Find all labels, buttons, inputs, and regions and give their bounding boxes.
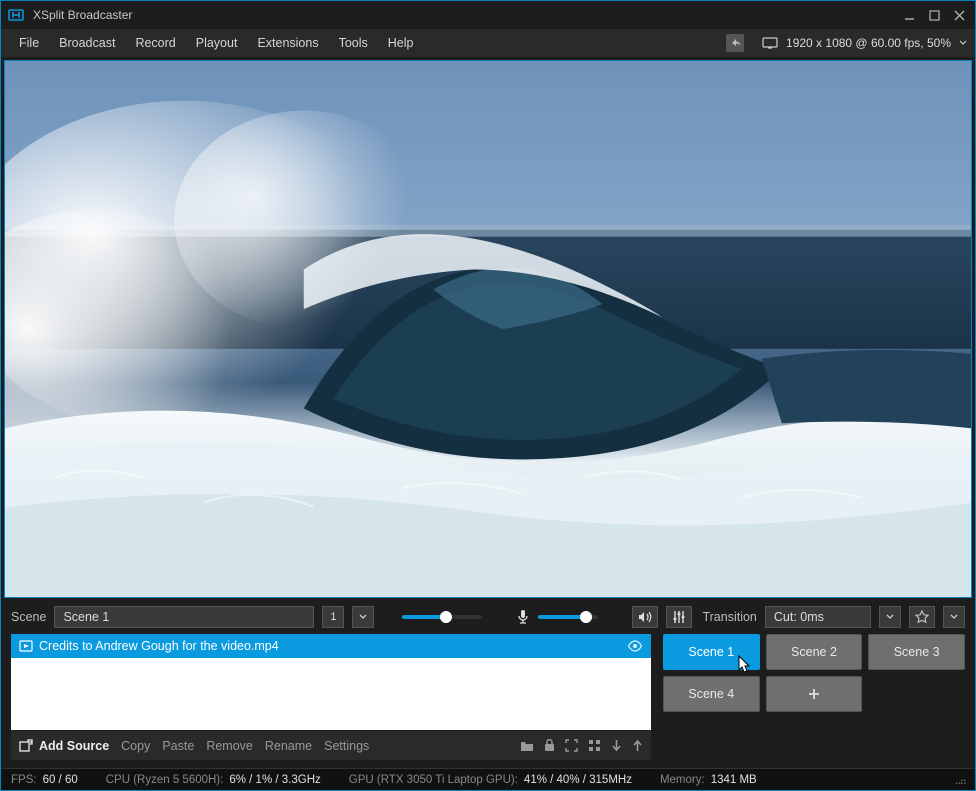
fps-value: 60 / 60 [43, 774, 78, 786]
folder-icon[interactable] [520, 740, 534, 752]
sources-panel: Credits to Andrew Gough for the video.mp… [11, 634, 651, 760]
menu-tools[interactable]: Tools [329, 32, 378, 54]
menu-file[interactable]: File [9, 32, 49, 54]
add-scene-button[interactable] [766, 676, 863, 712]
cursor-icon [737, 655, 753, 675]
output-volume-slider[interactable] [402, 615, 482, 619]
source-item[interactable]: Credits to Andrew Gough for the video.mp… [11, 634, 651, 658]
cpu-label: CPU (Ryzen 5 5600H): [106, 774, 224, 786]
minimize-button[interactable] [904, 10, 915, 21]
menu-playout[interactable]: Playout [186, 32, 248, 54]
gpu-value: 41% / 40% / 315MHz [524, 774, 632, 786]
monitor-icon [762, 37, 778, 49]
mixer-button[interactable] [666, 606, 692, 628]
close-button[interactable] [954, 10, 965, 21]
scene-button-2[interactable]: Scene 2 [766, 634, 863, 670]
memory-label: Memory: [660, 774, 705, 786]
speaker-button[interactable] [632, 606, 658, 628]
move-down-icon[interactable] [611, 739, 622, 752]
scene-name-input[interactable] [54, 606, 314, 628]
favorite-dropdown[interactable] [943, 606, 965, 628]
scene-controls: Scene 1 Transition Cut: 0ms [1, 598, 975, 634]
transition-dropdown[interactable] [879, 606, 901, 628]
cpu-value: 6% / 1% / 3.3GHz [229, 774, 320, 786]
add-source-icon [19, 739, 33, 753]
scene-grid: Scene 1 Scene 2 Scene 3 Scene 4 [663, 634, 965, 760]
transition-label: Transition [702, 610, 756, 624]
paste-button[interactable]: Paste [162, 739, 194, 753]
share-icon[interactable] [726, 34, 744, 52]
scene-preset-button[interactable]: 1 [322, 606, 344, 628]
gpu-label: GPU (RTX 3050 Ti Laptop GPU): [349, 774, 518, 786]
sources-toolbar: Add Source Copy Paste Remove Rename Sett… [11, 730, 651, 760]
app-window: XSplit Broadcaster File Broadcast Record… [0, 0, 976, 791]
titlebar: XSplit Broadcaster [1, 1, 975, 29]
menu-broadcast[interactable]: Broadcast [49, 32, 125, 54]
favorite-button[interactable] [909, 606, 935, 628]
add-source-button[interactable]: Add Source [19, 739, 109, 753]
transition-select[interactable]: Cut: 0ms [765, 606, 871, 628]
lock-icon[interactable] [544, 739, 555, 752]
window-title: XSplit Broadcaster [33, 8, 904, 22]
sources-list[interactable]: Credits to Andrew Gough for the video.mp… [11, 634, 651, 730]
preview-area [1, 57, 975, 598]
scene-label: Scene [11, 610, 46, 624]
resize-grip-icon[interactable]: ⣀⣤ [954, 774, 965, 785]
status-bar: FPS: 60 / 60 CPU (Ryzen 5 5600H): 6% / 1% … [1, 768, 975, 790]
source-item-label: Credits to Andrew Gough for the video.mp… [39, 639, 279, 653]
preview-canvas[interactable] [4, 60, 972, 598]
visibility-icon[interactable] [627, 640, 643, 652]
scene-button-1[interactable]: Scene 1 [663, 634, 760, 670]
rename-button[interactable]: Rename [265, 739, 312, 753]
move-up-icon[interactable] [632, 739, 643, 752]
scene-button-4[interactable]: Scene 4 [663, 676, 760, 712]
grid-icon[interactable] [588, 739, 601, 752]
resolution-info[interactable]: 1920 x 1080 @ 60.00 fps, 50% [762, 36, 967, 50]
menubar: File Broadcast Record Playout Extensions… [1, 29, 975, 57]
resolution-text: 1920 x 1080 @ 60.00 fps, 50% [786, 36, 951, 50]
menu-extensions[interactable]: Extensions [247, 32, 328, 54]
memory-value: 1341 MB [711, 774, 757, 786]
lower-panel: Credits to Andrew Gough for the video.mp… [1, 634, 975, 768]
fps-label: FPS: [11, 774, 37, 786]
maximize-button[interactable] [929, 10, 940, 21]
copy-button[interactable]: Copy [121, 739, 150, 753]
resolution-dropdown-icon [959, 39, 967, 47]
mic-icon[interactable] [516, 609, 530, 625]
app-logo-icon [7, 6, 25, 24]
scene-preset-dropdown[interactable] [352, 606, 374, 628]
menu-help[interactable]: Help [378, 32, 424, 54]
media-file-icon [19, 639, 33, 653]
menu-record[interactable]: Record [125, 32, 185, 54]
settings-button[interactable]: Settings [324, 739, 369, 753]
expand-icon[interactable] [565, 739, 578, 752]
remove-button[interactable]: Remove [206, 739, 253, 753]
scene-button-3[interactable]: Scene 3 [868, 634, 965, 670]
mic-volume-slider[interactable] [538, 615, 598, 619]
